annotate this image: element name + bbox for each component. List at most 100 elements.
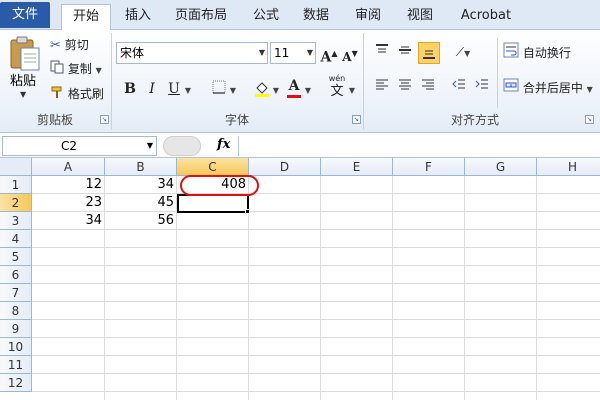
tab-data[interactable]: 数据 [298,4,334,30]
fill-color-dropdown-icon[interactable]: ▼ [271,80,281,98]
fill-color-button[interactable] [253,80,271,98]
cell-b2[interactable]: 45 [105,194,177,212]
scissors-icon: ✂ [50,37,61,53]
paint-bucket-icon [255,82,269,97]
align-middle-button[interactable] [396,43,414,61]
copy-dropdown-icon[interactable]: ▼ [96,66,102,75]
clipboard-dialog-launcher-icon[interactable]: ↘ [100,115,109,124]
font-name-select[interactable]: 宋体 ▼ [116,42,268,64]
tab-page-layout[interactable]: 页面布局 [170,4,232,30]
cell-a2[interactable]: 23 [32,194,105,212]
column-header-h[interactable]: H [537,158,600,176]
tab-formulas[interactable]: 公式 [248,4,284,30]
decrease-indent-button[interactable] [450,78,468,96]
cell-b3[interactable]: 56 [105,212,177,230]
row-header-6[interactable]: 6 [0,266,32,284]
row-header-5[interactable]: 5 [0,248,32,266]
borders-button[interactable] [210,80,228,98]
merge-dropdown-icon[interactable]: ▼ [587,85,593,94]
merge-cells-icon: a [503,77,519,100]
font-size-select[interactable]: 11 ▼ [270,42,316,64]
grow-font-button[interactable]: A▲ [320,44,338,66]
row-header-12[interactable]: 12 [0,374,32,392]
row-header-10[interactable]: 10 [0,338,32,356]
alignment-dialog-launcher-icon[interactable]: ↘ [585,115,594,124]
paste-button[interactable] [8,34,42,72]
font-color-button[interactable]: A [285,77,303,98]
wrap-text-button[interactable]: 自动换行 [503,42,571,64]
column-header-d[interactable]: D [249,158,321,176]
select-all-corner[interactable] [0,158,32,176]
italic-button[interactable]: I [143,80,161,98]
chevron-down-icon[interactable]: ▼ [147,137,153,155]
tab-review[interactable]: 审阅 [350,4,386,30]
phonetic-guide-button[interactable]: wén 文 [326,74,348,102]
align-left-button[interactable] [373,78,391,96]
cell-a3[interactable]: 34 [32,212,105,230]
merge-center-button[interactable]: a 合并后居中 ▼ [503,77,593,99]
increase-indent-button[interactable] [473,78,491,96]
align-top-button[interactable] [373,43,391,61]
align-bottom-button[interactable] [418,42,440,64]
cell-a1[interactable]: 12 [32,176,105,194]
tab-file[interactable]: 文件 [0,2,50,28]
shrink-font-icon: A [342,50,352,64]
worksheet-grid: A B C D E F G H 1 2 3 4 5 6 7 8 9 10 11 … [0,158,600,400]
orientation-button[interactable]: ⟋▼ [450,43,476,61]
paste-dropdown-icon[interactable]: ▼ [20,90,26,99]
cut-label: 剪切 [64,38,89,52]
row-header-11[interactable]: 11 [0,356,32,374]
column-header-g[interactable]: G [465,158,537,176]
column-header-f[interactable]: F [393,158,465,176]
formula-input[interactable] [242,137,592,155]
active-cell-c2[interactable] [177,194,249,213]
copy-icon [50,59,64,81]
column-header-b[interactable]: B [105,158,177,176]
font-dialog-launcher-icon[interactable]: ↘ [352,115,361,124]
borders-icon [212,80,226,94]
format-painter-button[interactable]: 格式刷 [50,83,104,105]
ribbon-home: 粘贴 ▼ ✂ 剪切 复制 ▼ 格式刷 剪贴板 ↘ 宋体 ▼ 11 ▼ A▲ A▼… [0,30,600,133]
cut-button[interactable]: ✂ 剪切 [50,34,89,56]
insert-function-icon[interactable]: fx [217,137,230,152]
row-header-7[interactable]: 7 [0,284,32,302]
grow-font-icon: A [320,49,332,66]
tab-home[interactable]: 开始 [61,4,111,31]
column-header-c[interactable]: C [177,158,249,176]
subgroup-divider [497,38,498,108]
clipboard-group-label: 剪贴板 [36,113,73,127]
tab-acrobat[interactable]: Acrobat [456,4,516,30]
fill-handle[interactable] [245,209,250,214]
row-header-2[interactable]: 2 [0,194,32,212]
tab-insert[interactable]: 插入 [120,4,156,30]
borders-dropdown-icon[interactable]: ▼ [228,80,238,98]
tab-view[interactable]: 视图 [402,4,438,30]
align-right-button[interactable] [419,78,437,96]
align-right-icon [422,79,434,90]
wrap-text-icon [503,42,519,65]
decrease-indent-icon [452,79,465,89]
phonetic-dropdown-icon[interactable]: ▼ [347,80,357,98]
align-middle-icon [399,46,411,54]
column-header-a[interactable]: A [32,158,105,176]
column-header-e[interactable]: E [321,158,393,176]
underline-dropdown-icon[interactable]: ▼ [183,80,193,98]
align-center-button[interactable] [396,78,414,96]
cell-b1[interactable]: 34 [105,176,177,194]
font-color-icon: A [288,78,300,94]
row-header-1[interactable]: 1 [0,176,32,194]
bold-button[interactable]: B [121,80,139,98]
row-header-8[interactable]: 8 [0,302,32,320]
shrink-font-button[interactable]: A▼ [341,44,359,64]
name-box-value: C2 [61,139,78,153]
paste-label[interactable]: 粘贴 [10,70,36,89]
font-color-dropdown-icon[interactable]: ▼ [303,80,313,98]
underline-button[interactable]: U [165,80,183,98]
copy-button[interactable]: 复制 ▼ [50,58,102,80]
increase-indent-icon [475,79,488,89]
row-header-9[interactable]: 9 [0,320,32,338]
row-header-4[interactable]: 4 [0,230,32,248]
formula-bar-handle[interactable] [163,136,201,156]
name-box[interactable]: C2 ▼ [2,136,157,156]
row-header-3[interactable]: 3 [0,212,32,230]
